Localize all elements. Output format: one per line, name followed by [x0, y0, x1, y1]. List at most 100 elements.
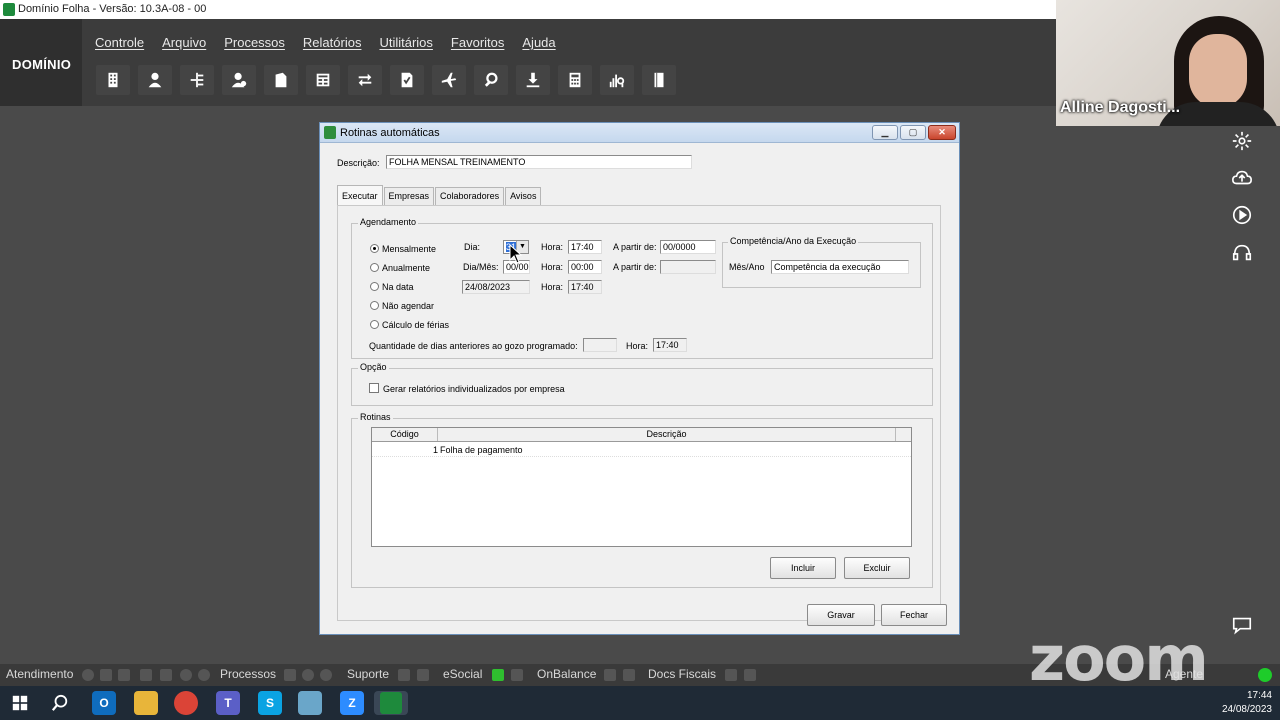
calculator-sheet-icon[interactable]: [306, 65, 340, 95]
zoom-icon[interactable]: Z: [340, 691, 364, 715]
mes-ano-label: Mês/Ano: [729, 262, 765, 272]
airplane-icon[interactable]: [432, 65, 466, 95]
opcao-title: Opção: [358, 362, 389, 372]
menu-relatorios[interactable]: Relatórios: [303, 35, 362, 50]
table-header: Código Descrição: [372, 428, 911, 442]
tab-avisos[interactable]: Avisos: [505, 187, 542, 205]
clock-date: 24/08/2023: [1221, 704, 1272, 715]
status-suporte[interactable]: Suporte: [347, 667, 389, 681]
status-onbalance[interactable]: OnBalance: [537, 667, 596, 681]
dialog-app-icon: [324, 126, 336, 139]
book-icon[interactable]: [642, 65, 676, 95]
hora-input-1[interactable]: 17:40: [568, 240, 602, 254]
status-esocial[interactable]: eSocial: [443, 667, 482, 681]
skype-icon[interactable]: S: [258, 691, 282, 715]
teams-icon[interactable]: T: [216, 691, 240, 715]
menu-processos[interactable]: Processos: [224, 35, 285, 50]
chrome-icon[interactable]: [174, 691, 198, 715]
table-row[interactable]: 1 Folha de pagamento: [372, 443, 911, 457]
status-docs-fiscais[interactable]: Docs Fiscais: [648, 667, 716, 681]
status-processos[interactable]: Processos: [220, 667, 276, 681]
outlook-icon[interactable]: O: [92, 691, 116, 715]
rotinas-title: Rotinas: [358, 412, 393, 422]
dominio-folha-task-icon[interactable]: [374, 691, 408, 715]
menu-ajuda[interactable]: Ajuda: [522, 35, 555, 50]
fechar-button[interactable]: Fechar: [881, 604, 947, 626]
gear-icon[interactable]: [1229, 128, 1255, 154]
tab-empresas[interactable]: Empresas: [383, 187, 435, 205]
cloud-upload-icon[interactable]: [1229, 165, 1255, 191]
branch-icon[interactable]: [180, 65, 214, 95]
na-data-input[interactable]: 24/08/2023: [462, 280, 530, 294]
search-icon[interactable]: [474, 65, 508, 95]
building-icon[interactable]: [96, 65, 130, 95]
gerar-relatorios-label: Gerar relatórios individualizados por em…: [383, 384, 565, 394]
transfer-icon[interactable]: [348, 65, 382, 95]
menu-arquivo[interactable]: Arquivo: [162, 35, 206, 50]
radio-na-data[interactable]: [370, 282, 379, 291]
chart-search-icon[interactable]: [600, 65, 634, 95]
windows-start-icon[interactable]: [8, 691, 32, 715]
radio-mensalmente[interactable]: [370, 244, 379, 253]
hora-input-2[interactable]: 00:00: [568, 260, 602, 274]
qtd-dias-input[interactable]: [583, 338, 617, 352]
mensalmente-label: Mensalmente: [382, 244, 437, 254]
window-title: Domínio Folha - Versão: 10.3A-08 - 00: [18, 3, 207, 15]
dialog-title-bar[interactable]: Rotinas automáticas ▁ ▢ ✕: [320, 123, 959, 143]
na-data-label: Na data: [382, 282, 414, 292]
dia-label: Dia:: [464, 242, 481, 252]
tab-colaboradores[interactable]: Colaboradores: [435, 187, 505, 205]
clock-time: 17:44: [1246, 690, 1272, 701]
document-icon[interactable]: [264, 65, 298, 95]
app-logo: DOMÍNIO: [12, 57, 72, 72]
app-title-bar: Domínio Folha - Versão: 10.3A-08 - 00: [0, 0, 1056, 19]
menu-utilitarios[interactable]: Utilitários: [379, 35, 432, 50]
system-clock: 17:44 24/08/2023: [1222, 689, 1272, 717]
menu-favoritos[interactable]: Favoritos: [451, 35, 504, 50]
minimize-button[interactable]: ▁: [872, 125, 898, 140]
executar-panel: Agendamento Mensalmente Anualmente Na da…: [337, 205, 941, 621]
descricao-input[interactable]: FOLHA MENSAL TREINAMENTO: [386, 155, 692, 169]
radio-anualmente[interactable]: [370, 263, 379, 272]
rotinas-automaticas-dialog: Rotinas automáticas ▁ ▢ ✕ Descrição: FOL…: [319, 122, 960, 635]
document-check-icon[interactable]: [390, 65, 424, 95]
person-money-icon[interactable]: [222, 65, 256, 95]
close-button[interactable]: ✕: [928, 125, 956, 140]
download-icon[interactable]: [516, 65, 550, 95]
hora-input-3[interactable]: 17:40: [568, 280, 602, 294]
agendamento-title: Agendamento: [358, 217, 419, 227]
calculo-ferias-label: Cálculo de férias: [382, 320, 450, 330]
menu-controle[interactable]: Controle: [95, 35, 144, 50]
gravar-button[interactable]: Gravar: [807, 604, 875, 626]
search-icon[interactable]: [48, 691, 72, 715]
status-atendimento[interactable]: Atendimento: [6, 667, 73, 681]
gerar-relatorios-checkbox[interactable]: [369, 383, 379, 393]
excluir-button[interactable]: Excluir: [844, 557, 910, 579]
descricao-label: Descrição:: [337, 158, 380, 168]
competencia-title: Competência/Ano da Execução: [728, 236, 859, 246]
chat-icon[interactable]: [1229, 612, 1255, 638]
opcao-group: Opção Gerar relatórios individualizados …: [351, 362, 933, 406]
calculator-icon[interactable]: [558, 65, 592, 95]
maximize-button[interactable]: ▢: [900, 125, 926, 140]
a-partir-label-2: A partir de:: [613, 262, 657, 272]
folder-icon[interactable]: [134, 691, 158, 715]
a-partir-input-2[interactable]: [660, 260, 716, 274]
radio-nao-agendar[interactable]: [370, 301, 379, 310]
anualmente-label: Anualmente: [382, 263, 431, 273]
tab-executar[interactable]: Executar: [337, 185, 383, 205]
competencia-group: Competência/Ano da Execução Mês/Ano Comp…: [722, 236, 921, 288]
radio-calculo-ferias[interactable]: [370, 320, 379, 329]
mes-ano-input[interactable]: Competência da execução: [771, 260, 909, 274]
hora-input-4[interactable]: 17:40: [653, 338, 687, 352]
col-descricao[interactable]: Descrição: [438, 428, 896, 441]
person-icon[interactable]: [138, 65, 172, 95]
agendamento-group: Agendamento Mensalmente Anualmente Na da…: [351, 217, 933, 359]
play-icon[interactable]: [1229, 202, 1255, 228]
hora-label-3: Hora:: [541, 282, 564, 292]
a-partir-input-1[interactable]: 00/0000: [660, 240, 716, 254]
headset-icon[interactable]: [1229, 240, 1255, 266]
col-codigo[interactable]: Código: [372, 428, 438, 441]
incluir-button[interactable]: Incluir: [770, 557, 836, 579]
notes-icon[interactable]: [298, 691, 322, 715]
